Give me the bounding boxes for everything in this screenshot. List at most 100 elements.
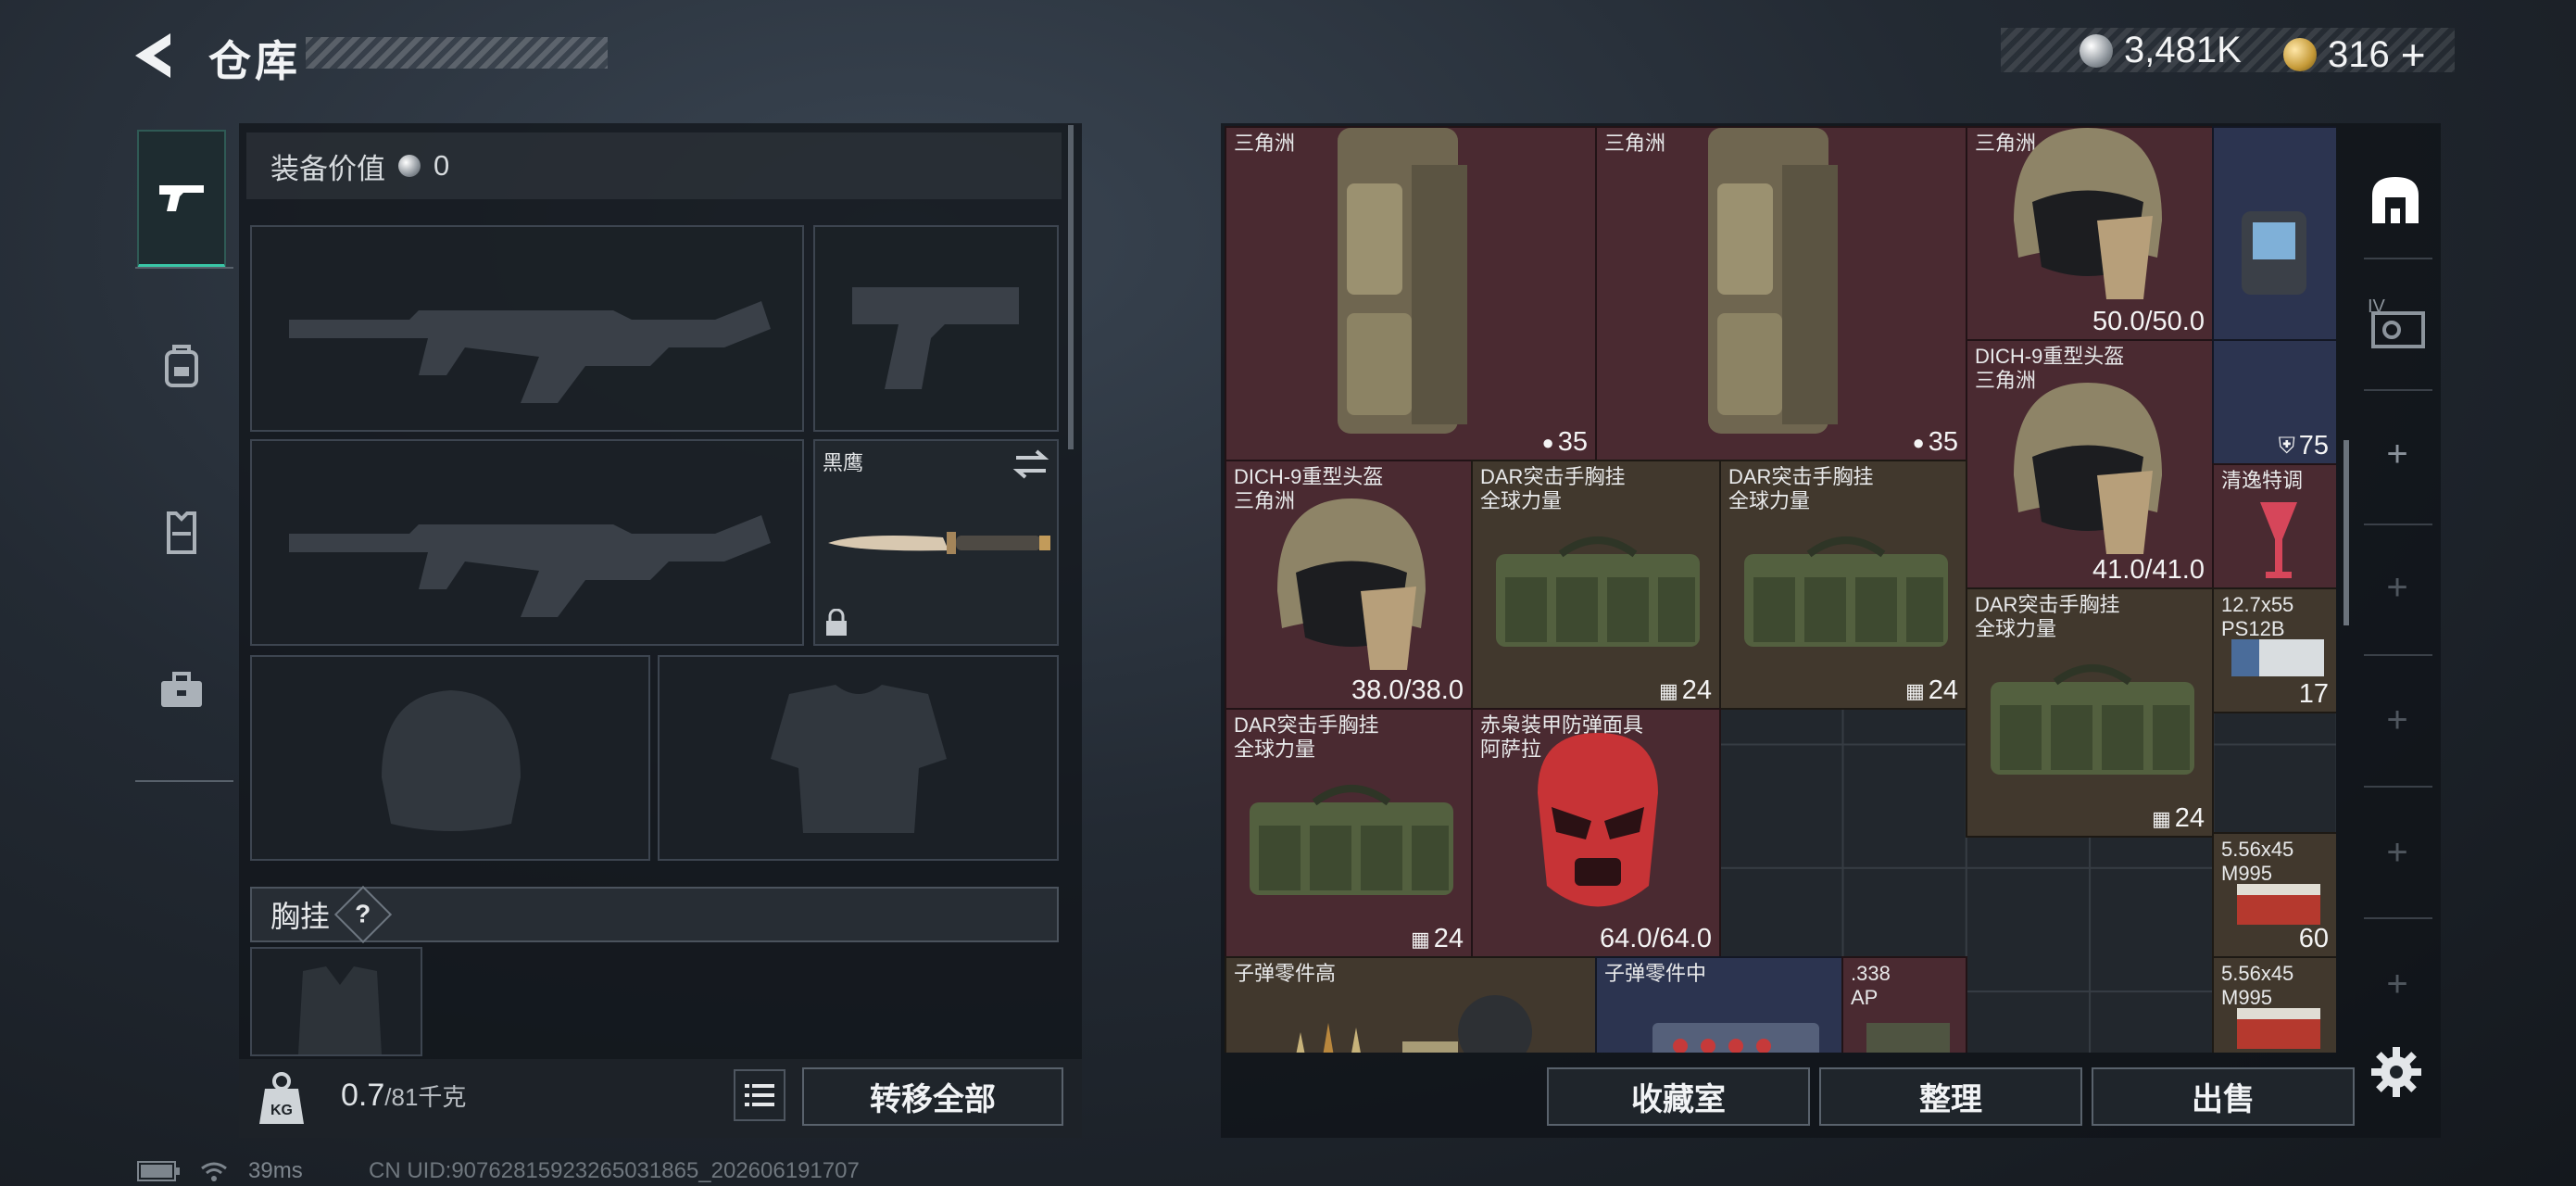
durability-icon: ● (1912, 430, 1925, 454)
device-art (2242, 211, 2306, 295)
equipment-value-amount: 0 (434, 149, 450, 182)
chest-rig-art (1496, 536, 1700, 647)
helmet-slot[interactable] (250, 655, 650, 861)
vest-label: 胸挂 (270, 900, 331, 933)
helmet-art (2014, 383, 2162, 554)
sidebar-divider (2364, 917, 2432, 919)
sidebar-divider (2364, 389, 2432, 391)
tab-case[interactable] (137, 621, 226, 760)
storage-item[interactable]: 5.56x45 M995 (2212, 956, 2336, 1053)
storage-item[interactable]: DICH-9重型头盔 三角洲 41.0/41.0 (1966, 339, 2214, 589)
storage-item[interactable]: DAR突击手胸挂 全球力量 ▦ 24 (1719, 460, 1967, 710)
sell-button[interactable]: 出售 (2092, 1067, 2355, 1126)
add-storage-icon[interactable]: + (2371, 964, 2423, 1005)
gear-icon[interactable] (2369, 1045, 2423, 1099)
vest-section-header: 胸挂 ? (250, 885, 1059, 944)
helmet-silhouette-icon (382, 690, 521, 831)
chest-rig-art (1991, 664, 2194, 775)
weight-current: 0.7 (341, 1078, 385, 1113)
storage-scrollbar[interactable] (2344, 440, 2349, 625)
transfer-all-button[interactable]: 转移全部 (802, 1067, 1063, 1126)
tactical-pouch-art (1708, 128, 1838, 434)
battery-icon (137, 1161, 180, 1181)
secondary-weapon-slot[interactable] (250, 439, 804, 646)
storage-item[interactable]: DICH-9重型头盔 三角洲 38.0/38.0 (1225, 460, 1473, 710)
tab-weapons[interactable] (137, 130, 226, 269)
wifi-icon (201, 1162, 227, 1181)
home-storage-icon[interactable] (2367, 171, 2424, 229)
silver-coin-icon (2080, 33, 2113, 68)
tab-divider (135, 780, 233, 782)
storage-item[interactable]: ⛨ 75 (2212, 339, 2336, 465)
rifle-silhouette-icon (289, 515, 771, 617)
add-storage-icon[interactable]: + (2371, 567, 2423, 609)
sidebar-divider (2364, 258, 2432, 259)
storage-item[interactable]: 三角洲 ● 35 (1225, 126, 1597, 461)
storage-item[interactable]: 子弹零件高 (1225, 956, 1597, 1053)
tier-storage-tab[interactable]: IV (2368, 296, 2427, 350)
lock-icon (826, 609, 847, 636)
vest-slot[interactable] (250, 947, 422, 1056)
title-decoration (306, 37, 608, 69)
silver-coin-icon (398, 155, 421, 177)
ammo-box-art (2237, 1008, 2320, 1049)
help-icon[interactable]: ? (333, 885, 393, 944)
storage-item[interactable]: 12.7x55 PS12B 17 (2212, 587, 2336, 713)
player-uid: CN UID:9076281592326503186​5_20260619170… (369, 1158, 860, 1183)
gold-amount: 316 (2328, 33, 2390, 75)
add-storage-icon[interactable]: + (2371, 700, 2423, 741)
gold-currency[interactable]: 316 + (2283, 30, 2426, 80)
melee-slot[interactable]: 黑鹰 (813, 439, 1059, 646)
add-gold-icon[interactable]: + (2401, 30, 2426, 80)
primary-weapon-slot[interactable] (250, 225, 804, 432)
weight-max: /81千克 (384, 1083, 467, 1111)
weight-icon: KG (259, 1072, 304, 1124)
back-button[interactable] (130, 28, 185, 83)
tab-armor[interactable] (137, 463, 226, 602)
storage-item[interactable]: 三角洲 ● 35 (1595, 126, 1967, 461)
rifle-silhouette-icon (289, 301, 771, 403)
weight-readout: 0.7/81千克 (341, 1078, 466, 1114)
equipment-scrollbar[interactable] (1068, 125, 1074, 449)
tactical-pouch-art (1338, 128, 1467, 434)
gold-coin-icon (2283, 38, 2317, 71)
equipment-value-bar: 装备价值 0 (246, 132, 1062, 199)
storage-item[interactable]: DAR突击手胸挂 全球力量 ▦ 24 (1966, 587, 2214, 838)
ammo-box-art (2231, 639, 2324, 676)
storage-item[interactable]: 三角洲 50.0/50.0 (1966, 126, 2214, 341)
sidebar-divider (2364, 654, 2432, 656)
tab-divider (135, 267, 233, 269)
pistol-silhouette-icon (852, 287, 1019, 389)
silver-currency[interactable]: 3,481K (2080, 30, 2242, 71)
sidebar-divider (2364, 786, 2432, 788)
vault-button[interactable]: 收藏室 (1547, 1067, 1810, 1126)
armor-silhouette-icon (771, 685, 947, 833)
list-view-button[interactable] (734, 1069, 785, 1121)
safe-icon (2371, 311, 2425, 348)
storage-item[interactable]: 子弹零件中 (1595, 956, 1843, 1053)
armor-slot[interactable] (658, 655, 1059, 861)
add-storage-icon[interactable]: + (2371, 832, 2423, 874)
storage-item[interactable]: DAR突击手胸挂 全球力量 ▦ 24 (1471, 460, 1721, 710)
ammo-box-art (1866, 1023, 1950, 1053)
chest-rig-art (1250, 785, 1453, 895)
pistol-slot[interactable] (813, 225, 1059, 432)
tab-backpack[interactable] (137, 296, 226, 435)
storage-item[interactable]: 赤枭装甲防弹面具 阿萨拉 64.0/64.0 (1471, 708, 1721, 958)
helmet-art (2014, 128, 2162, 299)
shield-icon: ⛨ (2278, 433, 2295, 459)
vest-silhouette-icon (298, 966, 382, 1054)
swap-icon[interactable] (1012, 448, 1049, 480)
ping-readout: 39ms (248, 1158, 303, 1183)
storage-item[interactable]: DAR突击手胸挂 全球力量 ▦ 24 (1225, 708, 1473, 958)
sort-button[interactable]: 整理 (1819, 1067, 2082, 1126)
armor-icon (167, 511, 196, 554)
storage-item[interactable] (2212, 126, 2336, 341)
page-title: 仓库 (208, 37, 301, 85)
storage-item[interactable]: 5.56x45 M995 60 (2212, 832, 2336, 958)
back-arrow-icon (135, 33, 170, 78)
add-storage-icon[interactable]: + (2371, 434, 2423, 475)
storage-item[interactable]: 清逸特调 (2212, 463, 2336, 589)
storage-item[interactable]: .338 AP (1841, 956, 1967, 1053)
cocktail-art (2260, 502, 2297, 578)
